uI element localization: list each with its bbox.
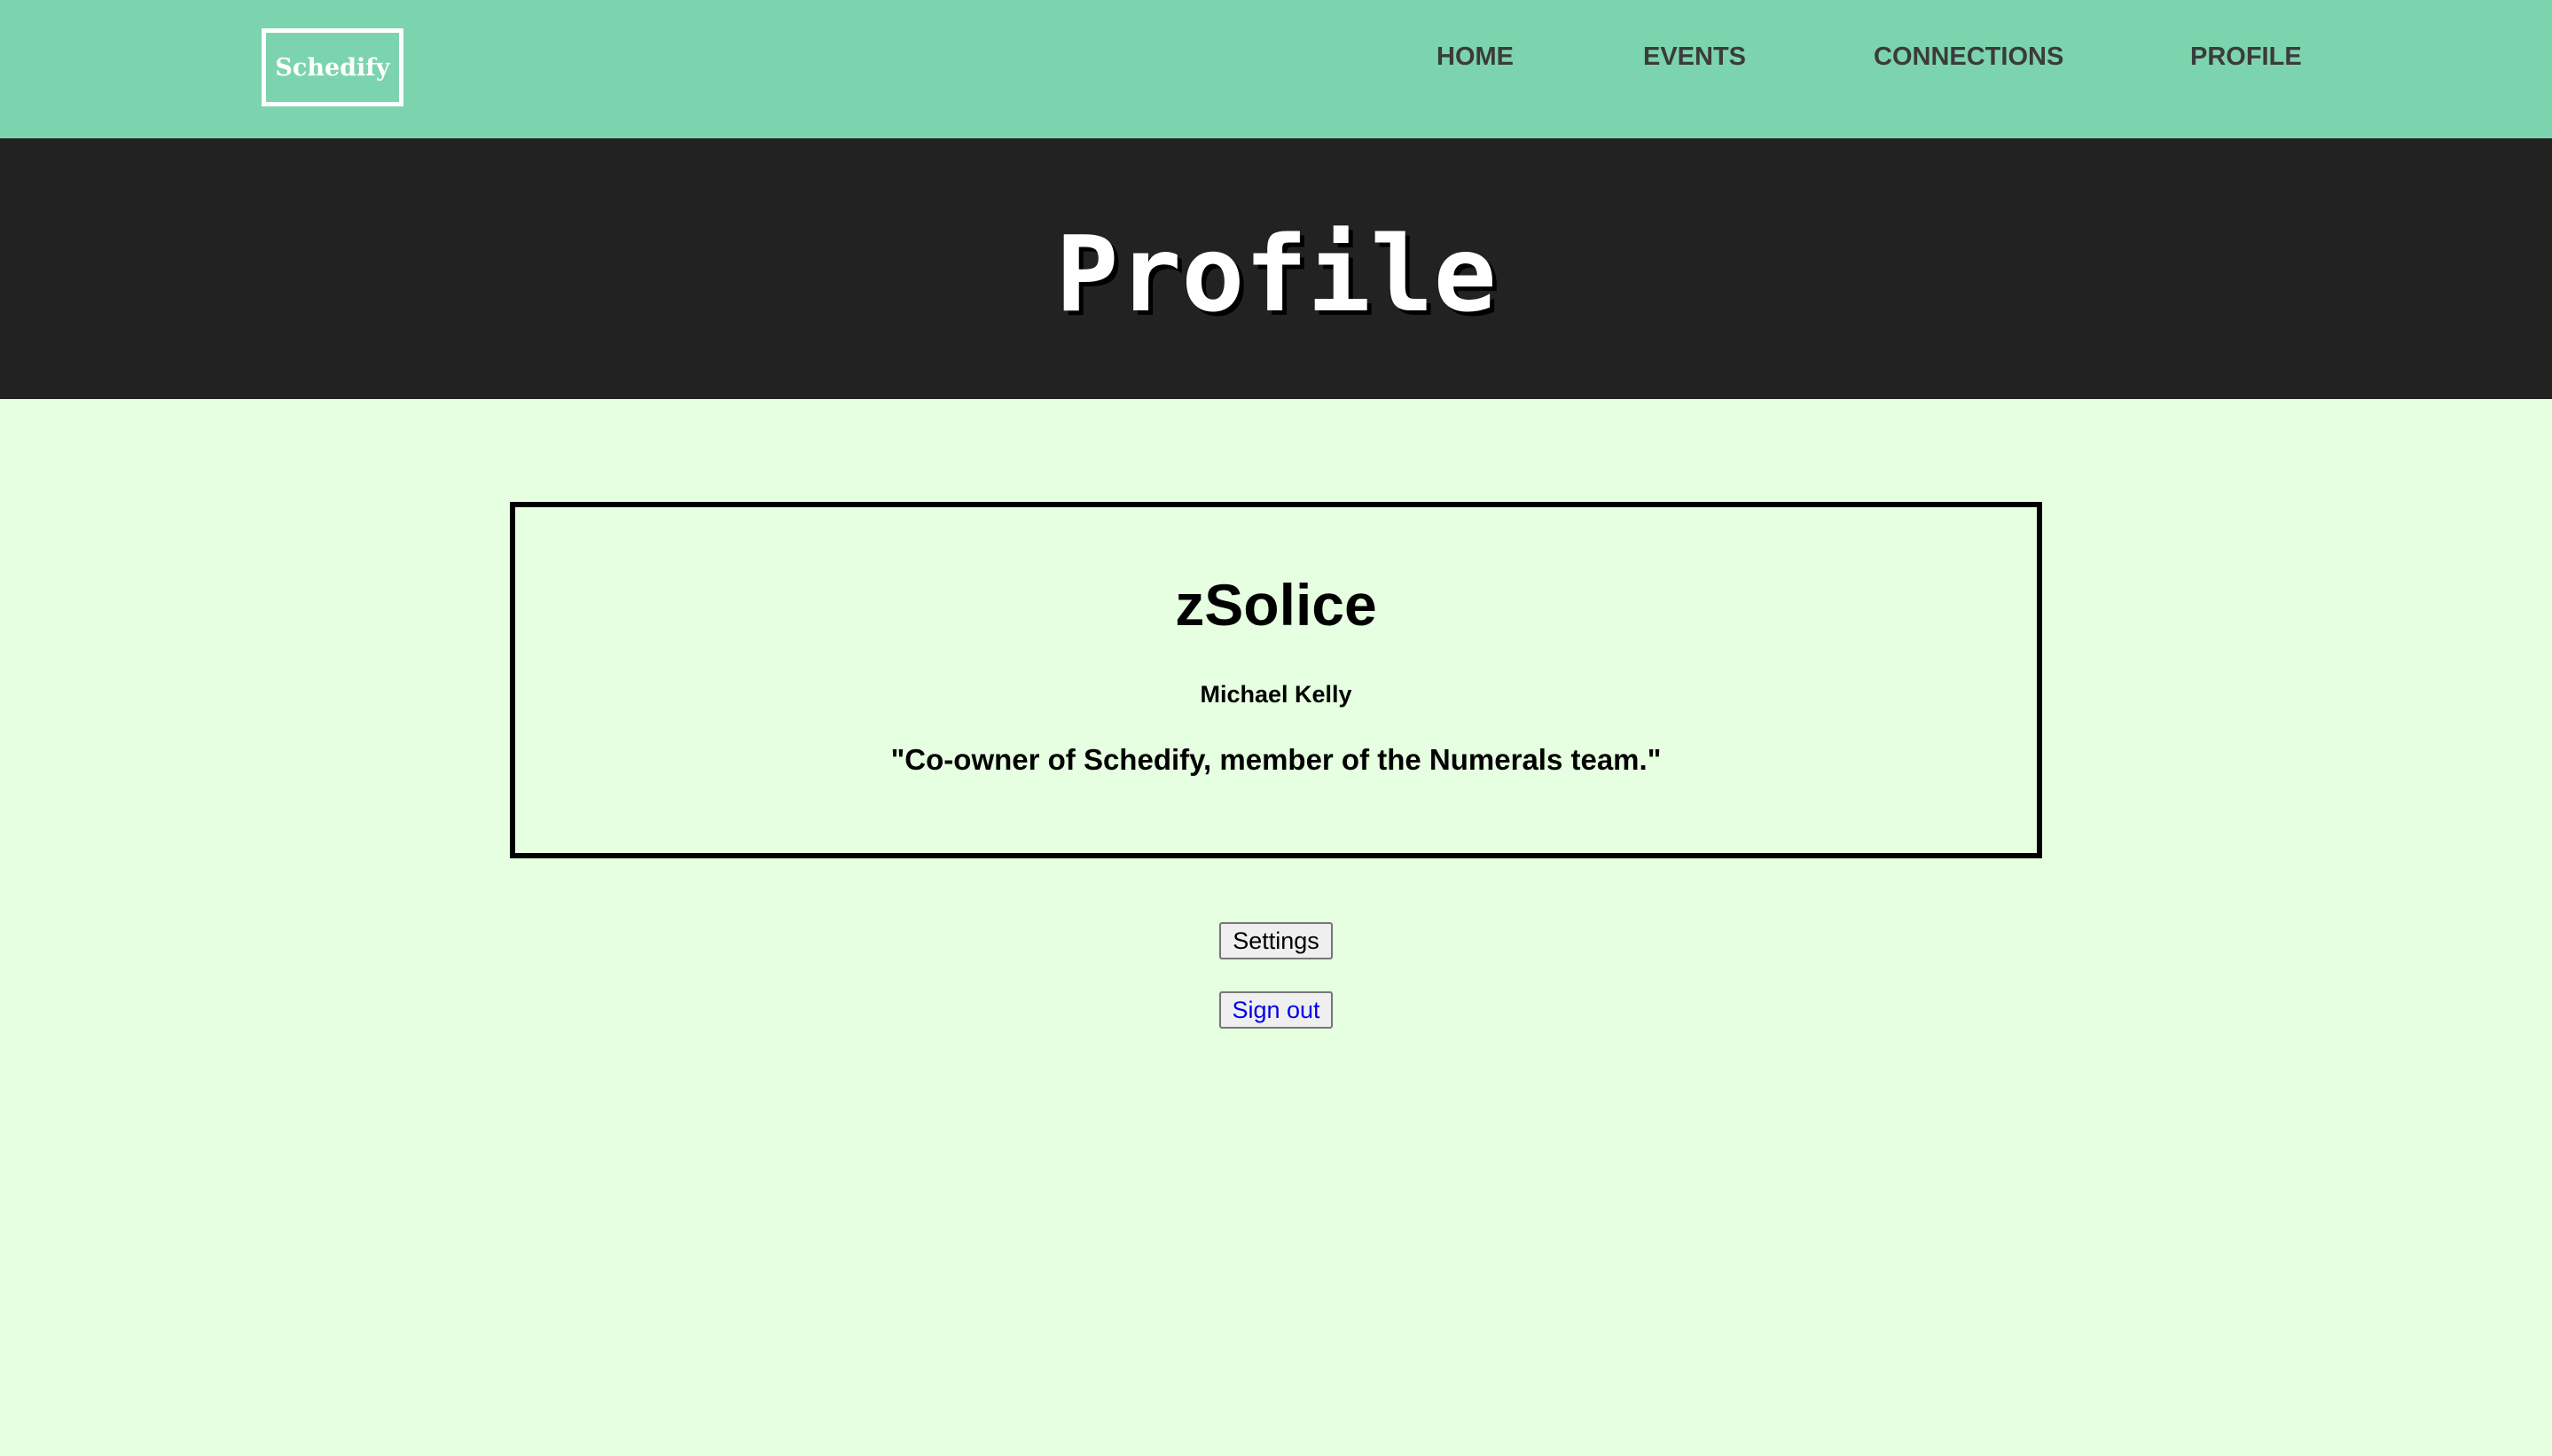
logo-text: Schedify <box>275 53 390 82</box>
logo-link[interactable]: Schedify <box>262 28 403 106</box>
navbar: Schedify HOME EVENTS CONNECTIONS PROFILE <box>0 0 2552 138</box>
profile-card: zSolice Michael Kelly "Co-owner of Sched… <box>510 502 2042 858</box>
profile-bio: "Co-owner of Schedify, member of the Num… <box>890 743 1662 776</box>
sign-out-button[interactable]: Sign out <box>1219 991 1333 1029</box>
settings-button[interactable]: Settings <box>1219 922 1333 959</box>
nav-events-link[interactable]: EVENTS <box>1643 41 1746 73</box>
profile-username: zSolice <box>1175 572 1377 638</box>
nav-connections-link[interactable]: CONNECTIONS <box>1874 41 2063 73</box>
hero-banner: Profile <box>0 138 2552 399</box>
nav-profile-link[interactable]: PROFILE <box>2190 41 2302 73</box>
page-title: Profile <box>1055 213 1497 335</box>
nav-home-link[interactable]: HOME <box>1436 41 1514 73</box>
profile-full-name: Michael Kelly <box>1200 681 1352 708</box>
